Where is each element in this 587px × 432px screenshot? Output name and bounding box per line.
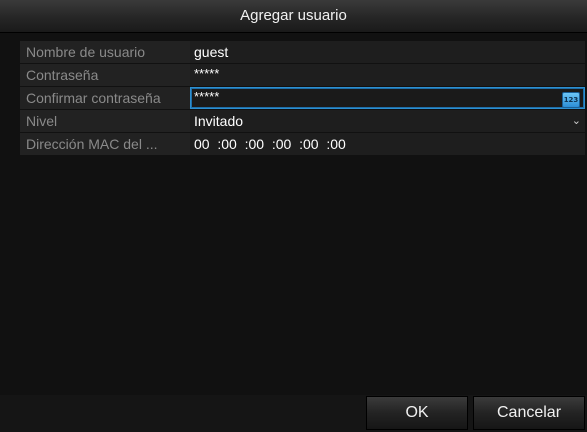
level-select[interactable]: Invitado ⌄ bbox=[190, 110, 585, 132]
username-field[interactable]: guest bbox=[190, 41, 585, 63]
mac-label: Dirección MAC del ... bbox=[20, 133, 193, 155]
level-row: Nivel Invitado ⌄ bbox=[20, 110, 585, 132]
password-row: Contraseña ***** bbox=[20, 64, 585, 86]
mac-separator: : bbox=[295, 136, 303, 152]
mac-segment[interactable]: 00 bbox=[330, 133, 346, 155]
mac-separator: : bbox=[240, 136, 249, 152]
level-label: Nivel bbox=[20, 110, 193, 132]
level-selected-value: Invitado bbox=[194, 113, 244, 129]
mac-separator: : bbox=[322, 136, 331, 152]
mac-separator: : bbox=[213, 136, 222, 152]
confirm-password-value: ***** bbox=[194, 89, 220, 104]
mac-separator: : bbox=[267, 136, 276, 152]
confirm-password-label: Confirmar contraseña bbox=[20, 87, 193, 109]
keyboard-icon[interactable]: 123 bbox=[562, 92, 580, 108]
confirm-password-row: Confirmar contraseña ***** 123 bbox=[20, 87, 585, 109]
cancel-button[interactable]: Cancelar bbox=[473, 396, 585, 430]
mac-segment[interactable]: 00 bbox=[276, 133, 292, 155]
ok-button[interactable]: OK bbox=[366, 396, 468, 430]
mac-segment[interactable]: 00 bbox=[249, 133, 265, 155]
mac-row: Dirección MAC del ... 00 :00 :00 :00 :00… bbox=[20, 133, 585, 155]
mac-address-field[interactable]: 00 :00 :00 :00 :00 :00 bbox=[190, 133, 585, 155]
username-row: Nombre de usuario guest bbox=[20, 41, 585, 63]
dialog-title: Agregar usuario bbox=[0, 0, 587, 33]
password-label: Contraseña bbox=[20, 64, 193, 86]
mac-segment[interactable]: 00 bbox=[303, 133, 319, 155]
mac-segment[interactable]: 00 bbox=[221, 133, 237, 155]
chevron-down-icon: ⌄ bbox=[571, 115, 581, 127]
password-field[interactable]: ***** bbox=[190, 64, 585, 86]
user-form: Nombre de usuario guest Contraseña *****… bbox=[20, 41, 585, 156]
confirm-password-field[interactable]: ***** 123 bbox=[190, 87, 585, 109]
mac-segment[interactable]: 00 bbox=[194, 133, 210, 155]
add-user-dialog: Agregar usuario Nombre de usuario guest … bbox=[0, 0, 587, 432]
username-label: Nombre de usuario bbox=[20, 41, 193, 63]
